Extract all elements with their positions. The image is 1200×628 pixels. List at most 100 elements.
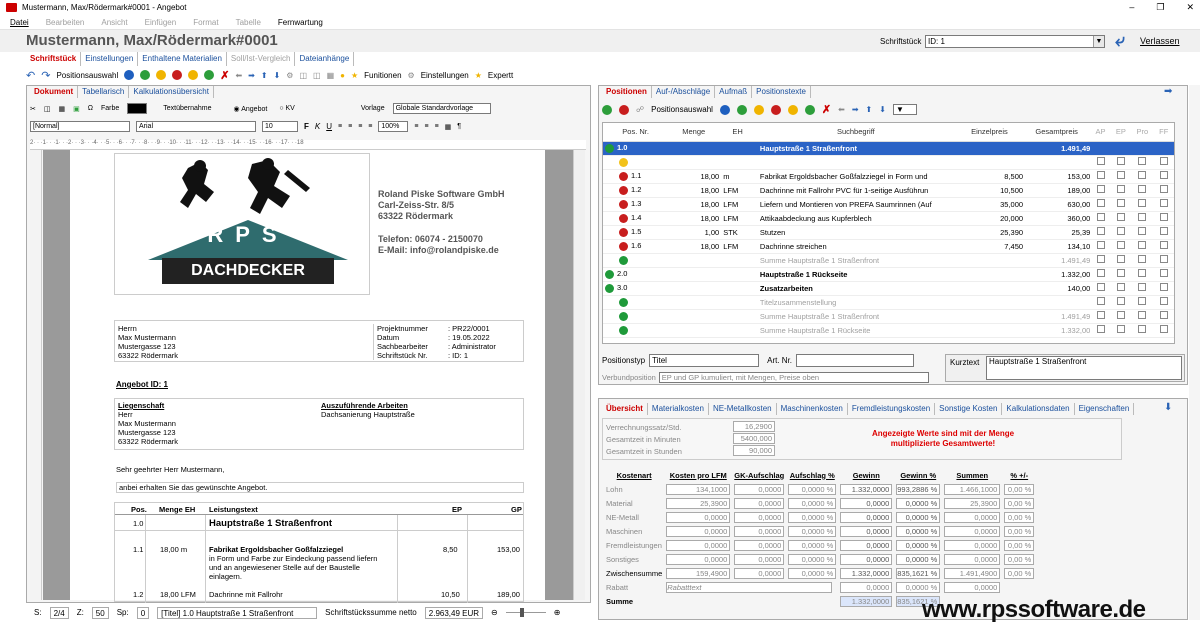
checkbox[interactable] bbox=[1138, 199, 1147, 207]
checkbox[interactable] bbox=[1116, 311, 1125, 319]
pt-icon-1[interactable] bbox=[719, 104, 730, 115]
checkbox[interactable] bbox=[1096, 325, 1105, 333]
table-row[interactable]: Summe Hauptstraße 1 Straßenfront 1.491,49 bbox=[603, 253, 1174, 268]
column-header[interactable]: Gesamtpreis bbox=[1023, 123, 1091, 142]
minimize-icon[interactable]: – bbox=[1129, 0, 1134, 15]
verbund-select[interactable]: EP und GP kumuliert, mit Mengen, Preise … bbox=[658, 372, 929, 383]
align-center-icon[interactable]: ≡ bbox=[348, 123, 352, 130]
arrow-down-icon[interactable]: ⬇ bbox=[274, 71, 281, 80]
cost-value[interactable]: 0,0000 % bbox=[788, 483, 837, 495]
zoom-in-icon[interactable]: ⊕ bbox=[554, 608, 561, 617]
copy-icon[interactable]: ◫ bbox=[299, 71, 307, 80]
cost-value[interactable]: 993,2886 % bbox=[896, 483, 941, 495]
cost-value[interactable]: 0,0000 % bbox=[788, 525, 837, 537]
checkbox[interactable] bbox=[1096, 171, 1105, 179]
cost-tab[interactable]: Maschinenkosten bbox=[777, 403, 848, 415]
collapse-arrow-icon[interactable]: ⬇ bbox=[1164, 402, 1172, 413]
checkbox[interactable] bbox=[1138, 213, 1147, 221]
checkbox[interactable] bbox=[1116, 297, 1125, 305]
underline-button[interactable]: U bbox=[326, 122, 332, 131]
document-tab[interactable]: Kalkulationsübersicht bbox=[129, 86, 214, 98]
tool-icon-2[interactable] bbox=[140, 70, 151, 80]
cost-tab[interactable]: Materialkosten bbox=[648, 403, 709, 415]
cost-value[interactable]: 0,0000 bbox=[840, 539, 893, 551]
cost-value[interactable]: 0,00 % bbox=[1004, 567, 1035, 579]
numbered-list-icon[interactable]: ≡ bbox=[424, 123, 428, 130]
align-left-icon[interactable]: ≡ bbox=[338, 123, 342, 130]
column-header[interactable]: Pos. Nr. bbox=[603, 123, 669, 142]
italic-button[interactable]: K bbox=[315, 122, 320, 131]
cost-value[interactable]: 0,0000 % bbox=[788, 539, 837, 551]
main-tab[interactable]: Soll/Ist-Vergleich bbox=[227, 52, 296, 66]
checkbox[interactable] bbox=[1138, 283, 1147, 291]
arrow-up-icon[interactable]: ⬆ bbox=[261, 71, 268, 80]
checkbox[interactable] bbox=[1159, 297, 1168, 305]
cost-value[interactable]: 0,0000 bbox=[944, 511, 1001, 523]
table-row[interactable]: 1.5 1,00 STK Stutzen 25,390 25,39 bbox=[603, 225, 1174, 240]
image-icon[interactable]: ▣ bbox=[73, 105, 80, 113]
table-insert-icon[interactable]: ▦ bbox=[445, 123, 452, 131]
pt-up-icon[interactable]: ⬆ bbox=[866, 105, 873, 114]
checkbox[interactable] bbox=[1096, 157, 1105, 165]
cost-tab[interactable]: Sonstige Kosten bbox=[935, 403, 1003, 415]
checkbox[interactable] bbox=[1096, 227, 1105, 235]
checkbox[interactable] bbox=[1116, 325, 1125, 333]
checkbox[interactable] bbox=[1159, 227, 1168, 235]
cost-value[interactable]: 0,0000 bbox=[840, 581, 893, 593]
table-row[interactable]: 1.3 18,00 LFM Liefern und Montieren von PRE… bbox=[603, 197, 1174, 212]
table-row[interactable]: 1.6 18,00 LFM Dachrinne streichen 7,450 134,1… bbox=[603, 239, 1174, 254]
cost-value[interactable]: 0,00 % bbox=[1004, 553, 1035, 565]
column-header[interactable]: FF bbox=[1153, 123, 1174, 142]
expand-arrow-icon[interactable]: ➡ bbox=[1164, 86, 1172, 97]
cost-value[interactable]: 0,0000 % bbox=[896, 553, 941, 565]
cost-value[interactable]: 134,1000 bbox=[666, 483, 731, 495]
cost-value[interactable]: 0,0000 bbox=[944, 553, 1001, 565]
pt-icon-2[interactable] bbox=[736, 104, 747, 115]
main-tab[interactable]: Enthaltene Materialien bbox=[138, 52, 227, 66]
zoom-select[interactable]: 100% bbox=[378, 121, 409, 132]
cost-value[interactable]: 1.332,0000 bbox=[840, 567, 893, 579]
menu-item[interactable]: Datei bbox=[10, 15, 29, 29]
cost-value[interactable]: 0,0000 % bbox=[788, 497, 837, 509]
column-header[interactable]: Suchbegriff bbox=[755, 123, 956, 142]
cost-value[interactable]: 0,0000 % bbox=[896, 539, 941, 551]
checkbox[interactable] bbox=[1116, 213, 1125, 221]
table-row[interactable]: 1.2 18,00 LFM Dachrinne mit Fallrohr PVC fü… bbox=[603, 183, 1174, 198]
checkbox[interactable] bbox=[1096, 199, 1105, 207]
settings-icon[interactable]: ⚙ bbox=[286, 71, 293, 80]
cost-tab[interactable]: Übersicht bbox=[602, 403, 648, 415]
radio-kv[interactable]: ○ KV bbox=[279, 105, 295, 112]
cost-value[interactable]: 0,00 % bbox=[1004, 511, 1035, 523]
positionsauswahl-button[interactable]: Positionsauswahl bbox=[56, 71, 118, 80]
document-scrollbar[interactable] bbox=[573, 150, 585, 600]
cost-value[interactable]: 0,0000 % bbox=[788, 553, 837, 565]
font-select[interactable]: Arial bbox=[136, 121, 256, 132]
stunden-value[interactable]: 90,000 bbox=[733, 445, 775, 456]
vorlage-select[interactable]: Globale Standardvorlage bbox=[392, 103, 491, 114]
checkbox[interactable] bbox=[1159, 171, 1168, 179]
positions-tab[interactable]: Positionen bbox=[602, 86, 652, 98]
delete-icon[interactable]: ✗ bbox=[220, 69, 229, 82]
main-tab[interactable]: Dateianhänge bbox=[295, 52, 355, 66]
pt-select[interactable]: ▼ bbox=[892, 104, 917, 115]
checkbox[interactable] bbox=[1096, 241, 1105, 249]
cost-value[interactable]: 0,0000 % bbox=[896, 581, 941, 593]
checkbox[interactable] bbox=[1096, 213, 1105, 221]
checkbox[interactable] bbox=[1159, 157, 1168, 165]
cost-value[interactable]: 0,0000 bbox=[944, 581, 1001, 593]
checkbox[interactable] bbox=[1159, 213, 1168, 221]
table-row[interactable]: Summe Hauptstraße 1 Rückseite 1.332,00 bbox=[603, 323, 1174, 338]
cost-tab[interactable]: Eigenschaften bbox=[1075, 403, 1135, 415]
cost-value[interactable]: 1.466,1000 bbox=[944, 483, 1001, 495]
menu-item[interactable]: Tabelle bbox=[236, 15, 261, 29]
pt-icon-6[interactable] bbox=[804, 104, 815, 115]
cost-value[interactable]: 0,0000 % bbox=[896, 511, 941, 523]
bulb-icon[interactable]: ● bbox=[340, 71, 345, 80]
tool-icon-3[interactable] bbox=[156, 70, 167, 80]
zoom-out-icon[interactable]: ⊖ bbox=[491, 608, 498, 617]
doc-select[interactable]: ID: 1 ▼ bbox=[925, 35, 1105, 48]
checkbox[interactable] bbox=[1159, 185, 1168, 193]
cost-value[interactable]: 0,0000 bbox=[734, 539, 785, 551]
checkbox[interactable] bbox=[1138, 241, 1147, 249]
checkbox[interactable] bbox=[1138, 171, 1147, 179]
